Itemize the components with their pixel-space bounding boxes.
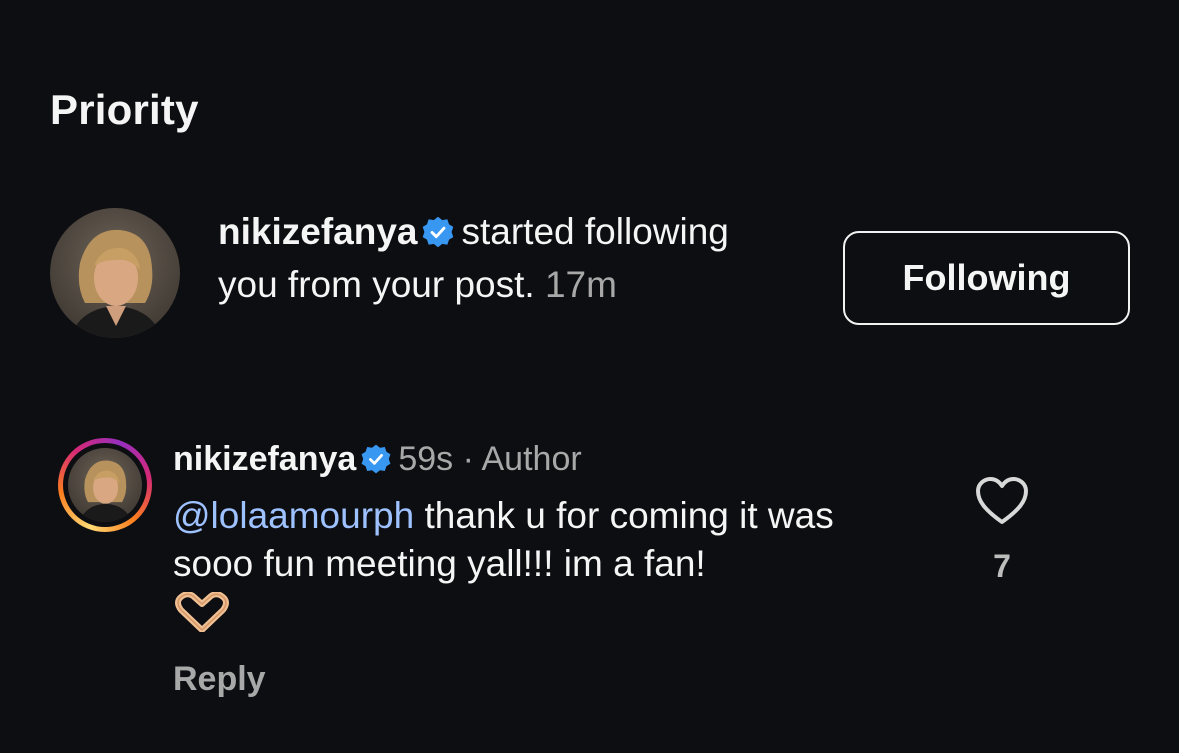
comment-username[interactable]: nikizefanya <box>173 440 356 478</box>
reply-button[interactable]: Reply <box>173 660 266 699</box>
comment-header: nikizefanya 59s · Author <box>173 436 582 487</box>
heart-outline-icon[interactable] <box>975 476 1029 526</box>
like-count: 7 <box>993 548 1011 584</box>
notifications-screen: Priority nikizefanya started following yo… <box>0 0 1179 753</box>
verified-badge-icon <box>360 441 392 487</box>
comment-mention-link[interactable]: @lolaamourph <box>173 495 414 536</box>
comment-body: @lolaamourph thank u for coming it was s… <box>173 492 913 588</box>
following-button[interactable]: Following <box>843 231 1130 325</box>
section-title: Priority <box>50 86 199 133</box>
heart-hands-emoji <box>175 592 229 632</box>
comment-avatar <box>68 448 142 522</box>
notification-time: 17m <box>544 264 617 305</box>
notification-message-start: started <box>461 211 575 252</box>
avatar-image <box>50 208 180 338</box>
comment-time: 59s <box>398 440 454 478</box>
notification-text: nikizefanya started following you from yo… <box>218 208 738 309</box>
comment-author-label: Author <box>481 440 582 478</box>
comment-avatar-gap <box>63 443 147 527</box>
notification-avatar[interactable] <box>50 208 180 338</box>
verified-badge-icon <box>421 213 455 261</box>
comment-separator: · <box>462 440 474 478</box>
avatar-image <box>68 448 142 522</box>
notification-username[interactable]: nikizefanya <box>218 211 417 252</box>
comment-avatar-story-ring[interactable] <box>58 438 152 532</box>
